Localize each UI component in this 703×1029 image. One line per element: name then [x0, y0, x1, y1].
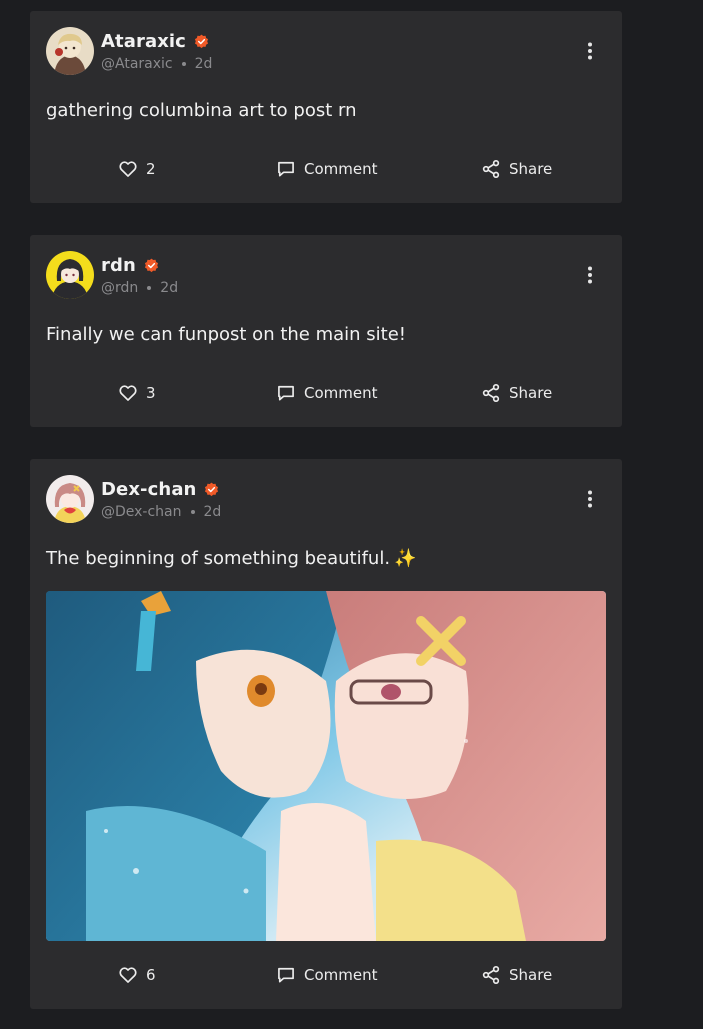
- author-name-row: Ataraxic: [101, 29, 209, 53]
- author-display-name[interactable]: Dex-chan: [101, 479, 196, 500]
- author-handle[interactable]: @rdn: [101, 280, 138, 296]
- heart-icon: [119, 385, 137, 401]
- avatar[interactable]: [46, 27, 94, 75]
- post-time: 2d: [160, 280, 179, 296]
- comment-label: Comment: [304, 384, 378, 402]
- avatar[interactable]: [46, 251, 94, 299]
- avatar[interactable]: [46, 475, 94, 523]
- comment-icon: [278, 161, 294, 177]
- post-actions: 2 Comment Share: [30, 151, 622, 187]
- comment-label: Comment: [304, 160, 378, 178]
- share-icon: [482, 966, 500, 985]
- more-options-button[interactable]: [578, 487, 602, 511]
- author-name-row: Dex-chan: [101, 477, 219, 501]
- post-image[interactable]: [46, 591, 606, 941]
- author-name-row: rdn: [101, 253, 159, 277]
- post-card: Dex-chan @Dex-chan 2d The beginning of s…: [30, 459, 622, 1009]
- verified-badge-icon: [205, 482, 219, 496]
- share-label: Share: [509, 966, 553, 984]
- author-meta: @Ataraxic 2d: [101, 56, 212, 72]
- post-text: The beginning of something beautiful. ✨: [46, 548, 416, 569]
- comment-button[interactable]: Comment: [276, 957, 378, 993]
- share-icon: [482, 384, 500, 403]
- comment-button[interactable]: Comment: [276, 375, 378, 411]
- heart-icon: [119, 161, 137, 177]
- comment-label: Comment: [304, 966, 378, 984]
- share-button[interactable]: Share: [481, 375, 552, 411]
- author-display-name[interactable]: rdn: [101, 255, 136, 276]
- separator-dot: [147, 286, 152, 290]
- share-button[interactable]: Share: [481, 151, 552, 187]
- like-count: 6: [146, 966, 156, 984]
- like-button[interactable]: 3: [118, 375, 156, 411]
- comment-button[interactable]: Comment: [276, 151, 378, 187]
- comment-icon: [278, 967, 294, 983]
- more-vertical-icon: [588, 490, 592, 508]
- share-label: Share: [509, 160, 553, 178]
- post-time: 2d: [194, 56, 213, 72]
- separator-dot: [190, 510, 195, 514]
- post-text-body: The beginning of something beautiful.: [46, 548, 391, 569]
- more-options-button[interactable]: [578, 39, 602, 63]
- like-count: 2: [146, 160, 156, 178]
- like-button[interactable]: 6: [118, 957, 156, 993]
- author-meta: @Dex-chan 2d: [101, 504, 221, 520]
- post-card: Ataraxic @Ataraxic 2d gathering columbin…: [30, 11, 622, 203]
- share-label: Share: [509, 384, 553, 402]
- more-vertical-icon: [588, 266, 592, 284]
- share-button[interactable]: Share: [481, 957, 552, 993]
- post-text: gathering columbina art to post rn: [46, 100, 357, 121]
- share-icon: [482, 160, 500, 179]
- verified-badge-icon: [194, 34, 209, 48]
- verified-badge-icon: [144, 258, 158, 272]
- separator-dot: [181, 62, 186, 66]
- author-handle[interactable]: @Dex-chan: [101, 504, 182, 520]
- author-handle[interactable]: @Ataraxic: [101, 56, 173, 72]
- author-meta: @rdn 2d: [101, 280, 178, 296]
- more-options-button[interactable]: [578, 263, 602, 287]
- sparkles-emoji: ✨: [394, 548, 417, 569]
- post-text: Finally we can funpost on the main site!: [46, 324, 407, 345]
- heart-icon: [119, 967, 137, 983]
- more-vertical-icon: [588, 42, 592, 60]
- comment-icon: [278, 385, 294, 401]
- like-count: 3: [146, 384, 156, 402]
- post-actions: 6 Comment Share: [30, 957, 622, 993]
- like-button[interactable]: 2: [118, 151, 156, 187]
- author-display-name[interactable]: Ataraxic: [101, 31, 186, 52]
- post-card: rdn @rdn 2d Finally we can funpost on th…: [30, 235, 622, 427]
- post-actions: 3 Comment Share: [30, 375, 622, 411]
- post-time: 2d: [203, 504, 222, 520]
